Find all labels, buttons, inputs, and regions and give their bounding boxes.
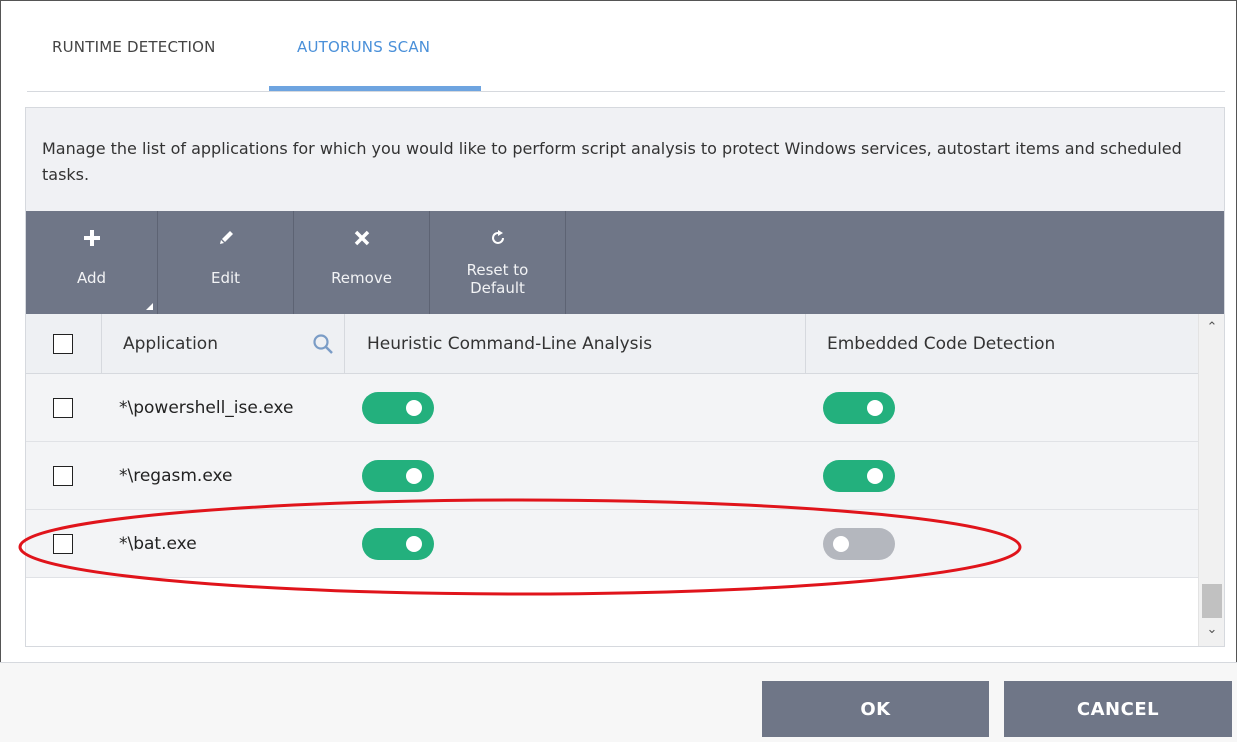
toggle-knob: [406, 536, 422, 552]
cancel-button[interactable]: CANCEL: [1004, 681, 1232, 737]
dropdown-indicator-icon: [146, 303, 153, 310]
applications-table: Application Heuristic Command-Line Analy…: [26, 314, 1198, 646]
row-checkbox[interactable]: [53, 534, 73, 554]
plus-icon: [26, 229, 157, 253]
panel-description: Manage the list of applications for whic…: [26, 108, 1224, 211]
row-checkbox[interactable]: [53, 466, 73, 486]
application-name: *\bat.exe: [119, 534, 197, 554]
ok-button[interactable]: OK: [762, 681, 989, 737]
scroll-thumb[interactable]: [1202, 584, 1222, 618]
header-embedded-label: Embedded Code Detection: [827, 334, 1056, 354]
add-label: Add: [76, 269, 107, 287]
autoruns-panel: Manage the list of applications for whic…: [25, 107, 1225, 647]
application-name: *\regasm.exe: [119, 466, 233, 486]
application-name: *\powershell_ise.exe: [119, 398, 294, 418]
toggle-knob: [406, 468, 422, 484]
header-embedded[interactable]: Embedded Code Detection: [806, 314, 1198, 374]
select-all-checkbox[interactable]: [53, 334, 73, 354]
heuristic-toggle[interactable]: [362, 392, 434, 424]
tab-autoruns-scan[interactable]: AUTORUNS SCAN: [297, 38, 430, 56]
active-tab-indicator: [269, 86, 481, 91]
header-application[interactable]: Application: [102, 314, 345, 374]
remove-label: Remove: [331, 269, 392, 287]
table-row[interactable]: *\powershell_ise.exe: [26, 374, 1198, 442]
header-select-cell: [26, 314, 102, 374]
toggle-knob: [867, 400, 883, 416]
reset-label: Reset to Default: [466, 261, 529, 297]
embedded-toggle[interactable]: [823, 528, 895, 560]
toggle-knob: [406, 400, 422, 416]
remove-button[interactable]: Remove: [294, 211, 430, 314]
tab-runtime-detection[interactable]: RUNTIME DETECTION: [52, 38, 216, 56]
vertical-scrollbar[interactable]: ⌃ ⌄: [1198, 314, 1224, 646]
row-checkbox[interactable]: [53, 398, 73, 418]
edit-button[interactable]: Edit: [158, 211, 294, 314]
table-row[interactable]: *\bat.exe: [26, 510, 1198, 578]
edit-label: Edit: [210, 269, 241, 287]
reset-to-default-button[interactable]: Reset to Default: [430, 211, 566, 314]
search-icon[interactable]: [312, 333, 334, 359]
scroll-down-icon[interactable]: ⌄: [1199, 622, 1225, 638]
embedded-toggle[interactable]: [823, 460, 895, 492]
header-heuristic-label: Heuristic Command-Line Analysis: [367, 334, 653, 354]
refresh-icon: [430, 229, 565, 253]
x-icon: [294, 229, 429, 253]
tab-bar: RUNTIME DETECTION AUTORUNS SCAN: [27, 0, 1225, 92]
heuristic-toggle[interactable]: [362, 528, 434, 560]
table-header: Application Heuristic Command-Line Analy…: [26, 314, 1198, 374]
pencil-icon: [158, 229, 293, 253]
header-heuristic[interactable]: Heuristic Command-Line Analysis: [345, 314, 806, 374]
table-row[interactable]: *\regasm.exe: [26, 442, 1198, 510]
embedded-toggle[interactable]: [823, 392, 895, 424]
add-button[interactable]: Add: [26, 211, 158, 314]
toggle-knob: [867, 468, 883, 484]
scroll-up-icon[interactable]: ⌃: [1199, 320, 1225, 336]
toggle-knob: [833, 536, 849, 552]
dialog-footer: OK CANCEL: [0, 663, 1237, 742]
toolbar: Add Edit Remove Reset to Default: [26, 211, 1224, 314]
heuristic-toggle[interactable]: [362, 460, 434, 492]
header-application-label: Application: [123, 334, 218, 354]
